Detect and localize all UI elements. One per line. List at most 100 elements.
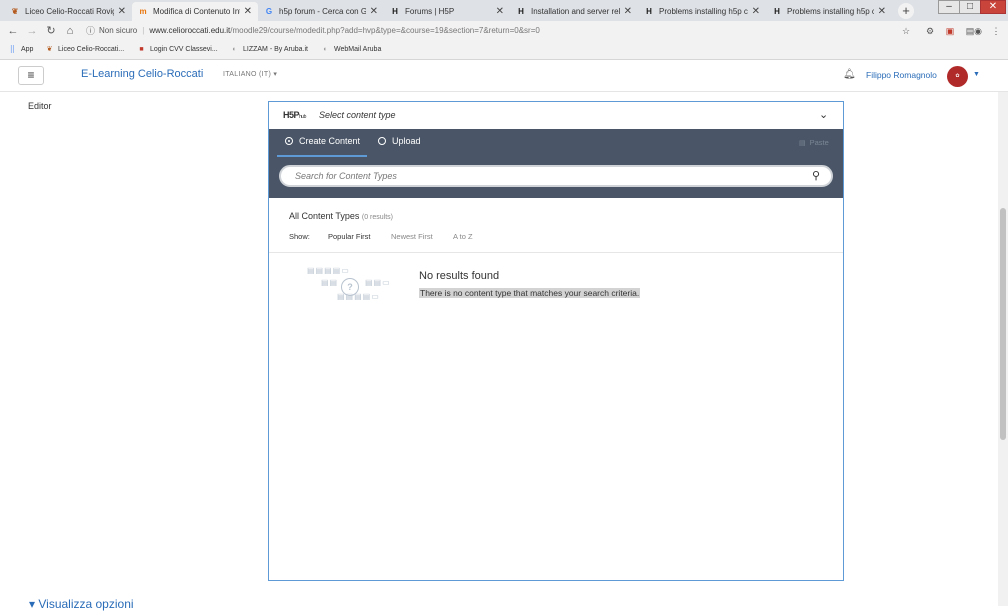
tab-title: Problems installing h5p co bbox=[659, 7, 748, 16]
sort-a-to-z[interactable]: A to Z bbox=[453, 232, 473, 241]
info-icon[interactable]: ⓘ bbox=[86, 22, 95, 40]
apps-icon: ⣿ bbox=[9, 46, 16, 53]
site-name-link[interactable]: E-Learning Celio-Roccati bbox=[81, 68, 203, 80]
bookmark-item[interactable]: ■ Login CVV Classevi... bbox=[137, 45, 217, 54]
browser-tab[interactable]: H Forums | H5P ✕ bbox=[384, 2, 510, 21]
radio-selected-icon bbox=[285, 137, 293, 145]
avatar[interactable]: ✿ bbox=[947, 66, 968, 87]
show-label: Show: bbox=[289, 232, 310, 241]
close-icon[interactable]: ✕ bbox=[624, 6, 632, 17]
search-bar-area: Search for Content Types ⚲ bbox=[269, 157, 843, 198]
more-options-link[interactable]: ▾ Visualizza opzioni bbox=[29, 597, 134, 611]
pdf-extension-icon[interactable]: ▣ bbox=[944, 25, 956, 37]
paste-button[interactable]: ▤ Paste bbox=[799, 138, 829, 147]
close-icon[interactable]: ✕ bbox=[496, 6, 504, 17]
user-name[interactable]: Filippo Romagnolo bbox=[866, 70, 937, 80]
language-label: ITALIANO (IT) bbox=[223, 71, 272, 78]
no-results-illustration-icon: ▤▤▤▤▭ ▤▤ ▤▤▭ ▤▤▤▤▭ ? bbox=[307, 266, 391, 301]
bookmark-item[interactable]: ◐ LIZZAM - By Aruba.it bbox=[230, 45, 308, 54]
back-icon[interactable]: ← bbox=[6, 24, 20, 38]
maximize-button[interactable]: □ bbox=[959, 0, 981, 14]
forward-icon[interactable]: → bbox=[25, 24, 39, 38]
close-icon[interactable]: ✕ bbox=[118, 6, 126, 17]
bookmark-label: App bbox=[21, 46, 34, 53]
no-results-panel: ▤▤▤▤▭ ▤▤ ▤▤▭ ▤▤▤▤▭ ? No results found Th… bbox=[269, 252, 843, 578]
bookmark-apps[interactable]: ⣿ App bbox=[8, 45, 34, 54]
radio-unselected-icon bbox=[378, 137, 386, 145]
list-title: All Content Types bbox=[289, 211, 360, 221]
browser-tab[interactable]: H Problems installing h5p co ✕ bbox=[766, 2, 892, 21]
close-icon[interactable]: ✕ bbox=[752, 6, 760, 17]
language-menu[interactable]: ITALIANO (IT) ▾ bbox=[223, 70, 277, 78]
tab-label: Create Content bbox=[299, 136, 361, 146]
clipboard-icon: ▤ bbox=[799, 139, 806, 147]
bell-icon[interactable]: 🔔︎ bbox=[843, 69, 856, 80]
h5p-tabs-bar: Create Content Upload ▤ Paste bbox=[269, 129, 843, 157]
security-label: Non sicuro bbox=[99, 26, 138, 35]
tab-upload[interactable]: Upload bbox=[378, 136, 421, 146]
star-icon[interactable]: ☆ bbox=[900, 25, 912, 37]
content-types-list-header: All Content Types (0 results) Show: Popu… bbox=[269, 198, 843, 253]
google-icon: G bbox=[265, 6, 273, 16]
extension-icon[interactable]: ⚙ bbox=[924, 25, 936, 37]
tab-create-content[interactable]: Create Content bbox=[285, 136, 360, 146]
more-options-label: Visualizza opzioni bbox=[38, 597, 134, 611]
book-icon: ❦ bbox=[11, 6, 19, 16]
browser-tab[interactable]: H Problems installing h5p co ✕ bbox=[638, 2, 766, 21]
content-type-selector-header[interactable]: H5Phub Select content type ⌄ bbox=[269, 102, 843, 130]
paste-label: Paste bbox=[809, 138, 829, 147]
content-type-search-input[interactable]: Search for Content Types bbox=[279, 165, 833, 187]
tab-title: Forums | H5P bbox=[405, 7, 455, 16]
bookmark-label: LIZZAM - By Aruba.it bbox=[243, 46, 308, 53]
result-count: (0 results) bbox=[361, 214, 394, 221]
browser-tab[interactable]: H Installation and server relat ✕ bbox=[510, 2, 638, 21]
h5p-hub-logo: H5Phub bbox=[283, 110, 306, 120]
search-icon[interactable]: ⚲ bbox=[812, 169, 820, 182]
moodle-icon: m bbox=[139, 6, 147, 16]
chevron-down-icon[interactable]: ⌄ bbox=[819, 108, 828, 121]
address-bar: ← → ↻ ⌂ ⓘ Non sicuro | www.celioroccati.… bbox=[0, 21, 1008, 42]
h5p-icon: H bbox=[392, 6, 398, 16]
tab-title: Modifica di Contenuto Inte bbox=[153, 7, 240, 16]
close-icon[interactable]: ✕ bbox=[878, 6, 886, 17]
h5p-icon: H bbox=[646, 6, 652, 16]
home-icon[interactable]: ⌂ bbox=[63, 24, 77, 38]
url-path: /moodle29/course/modedit.php?add=hvp&typ… bbox=[230, 26, 540, 35]
aruba-icon: ◐ bbox=[323, 46, 328, 53]
window-close-button[interactable]: ✕ bbox=[980, 0, 1006, 14]
account-icon[interactable]: ◉ bbox=[972, 25, 984, 37]
all-content-types-heading: All Content Types (0 results) bbox=[289, 211, 393, 221]
bookmarks-bar: ⣿ App ❦ Liceo Celio-Roccati... ■ Login C… bbox=[0, 42, 1008, 60]
site-navbar: ≡ E-Learning Celio-Roccati ITALIANO (IT)… bbox=[0, 60, 1008, 92]
h5p-logo-sub: hub bbox=[299, 114, 306, 120]
menu-icon[interactable]: ⋮ bbox=[990, 25, 1002, 37]
h5p-logo-text: H5P bbox=[283, 110, 300, 120]
bookmark-item[interactable]: ◐ WebMail Aruba bbox=[321, 45, 381, 54]
browser-tab[interactable]: ❦ Liceo Celio-Roccati Rovigo ✕ bbox=[4, 2, 132, 21]
browser-tab[interactable]: G h5p forum - Cerca con Goo ✕ bbox=[258, 2, 384, 21]
expand-icon: ▾ bbox=[29, 597, 39, 611]
close-icon[interactable]: ✕ bbox=[370, 6, 378, 17]
user-menu-caret-icon[interactable]: ▼ bbox=[973, 71, 980, 78]
sort-popular-first[interactable]: Popular First bbox=[328, 232, 371, 241]
reload-icon[interactable]: ↻ bbox=[44, 24, 58, 38]
bookmark-item[interactable]: ❦ Liceo Celio-Roccati... bbox=[45, 45, 125, 54]
tab-title: Liceo Celio-Roccati Rovigo bbox=[25, 7, 114, 16]
tab-title: h5p forum - Cerca con Goo bbox=[279, 7, 366, 16]
chevron-down-icon: ▾ bbox=[273, 71, 278, 78]
sort-newest-first[interactable]: Newest First bbox=[391, 232, 433, 241]
selector-title: Select content type bbox=[319, 110, 396, 120]
editor-label: Editor bbox=[28, 101, 52, 111]
h5p-icon: H bbox=[518, 6, 524, 16]
h5p-icon: H bbox=[774, 6, 780, 16]
url-field[interactable]: ⓘ Non sicuro | www.celioroccati.edu.it/m… bbox=[86, 22, 926, 40]
hamburger-menu-button[interactable]: ≡ bbox=[18, 66, 44, 85]
bookmark-label: Liceo Celio-Roccati... bbox=[58, 46, 125, 53]
close-icon[interactable]: ✕ bbox=[244, 6, 252, 17]
minimize-button[interactable]: – bbox=[938, 0, 960, 14]
page-scrollbar-thumb[interactable] bbox=[1000, 208, 1006, 440]
tab-label: Upload bbox=[392, 136, 421, 146]
aruba-icon: ◐ bbox=[232, 46, 237, 53]
browser-tab-active[interactable]: m Modifica di Contenuto Inte ✕ bbox=[132, 2, 258, 21]
new-tab-button[interactable]: + bbox=[898, 3, 914, 19]
